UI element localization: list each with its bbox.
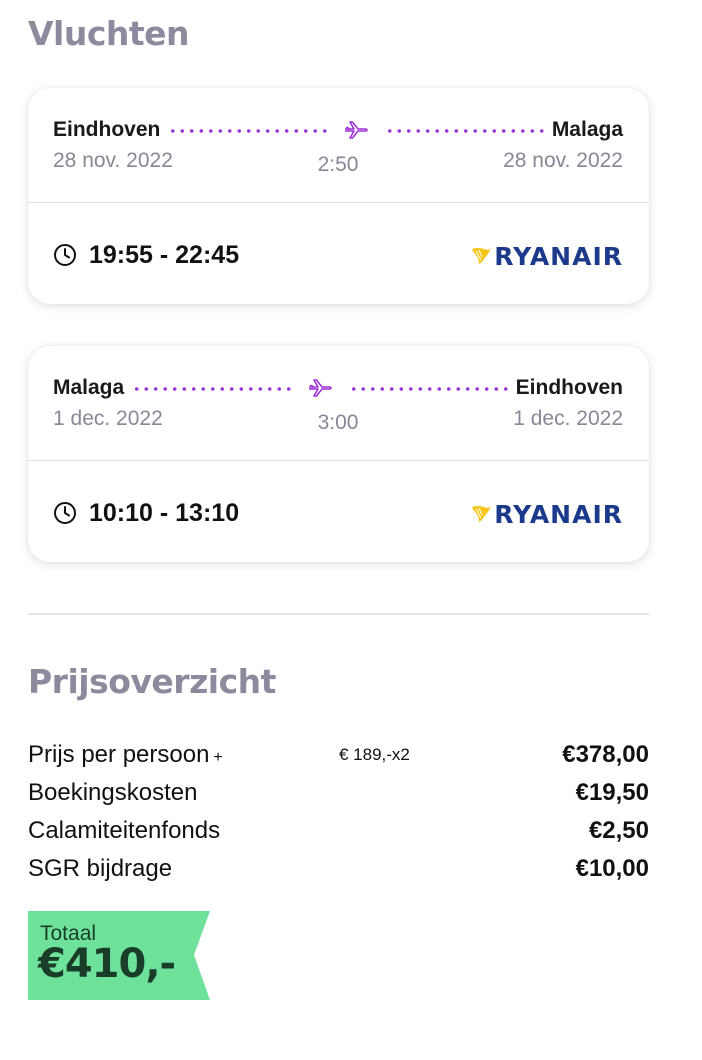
airline-logo: RYANAIR (470, 498, 623, 530)
airline-logo: RYANAIR (470, 240, 623, 272)
price-row-booking-fee: Boekingskosten €19,50 (28, 779, 649, 809)
clock-icon (54, 244, 76, 266)
flight-times: 10:10 - 13:10 (89, 498, 240, 527)
flight-times: 19:55 - 22:45 (89, 240, 240, 269)
section-divider (28, 613, 649, 615)
price-row-calamity-fund: Calamiteitenfonds €2,50 (28, 817, 649, 847)
total-value: €410,- (38, 941, 176, 987)
price-amount: €2,50 (588, 817, 649, 844)
flights-section-title: Vluchten (28, 14, 190, 53)
flight-card-return[interactable]: Malaga Eindhoven 1 dec. 2022 3:00 1 dec.… (28, 346, 649, 562)
route-row: Malaga Eindhoven (53, 376, 623, 400)
price-calculation: € 189,-x2 (339, 745, 410, 764)
origin-city: Eindhoven (53, 118, 161, 141)
airline-name: RYANAIR (494, 241, 623, 271)
origin-city: Malaga (53, 376, 125, 399)
departure-date: 28 nov. 2022 (53, 149, 173, 172)
card-divider (28, 460, 649, 461)
route-dotted-line (385, 128, 544, 134)
plane-icon (307, 376, 333, 400)
total-price-tag: Totaal €410,- (28, 911, 210, 1000)
clock-icon (54, 502, 76, 524)
date-row: 28 nov. 2022 2:50 28 nov. 2022 (53, 149, 623, 176)
price-label: Prijs per persoon + (28, 741, 223, 769)
airline-name: RYANAIR (494, 499, 623, 529)
price-row-sgr-contribution: SGR bijdrage €10,00 (28, 855, 649, 885)
time-row: 10:10 - 13:10 (53, 498, 239, 528)
ryanair-harp-icon (472, 506, 492, 522)
plane-icon (343, 118, 369, 142)
expand-plus-icon[interactable]: + (213, 749, 222, 766)
ryanair-harp-icon (472, 248, 492, 264)
price-overview-title: Prijsoverzicht (28, 662, 276, 701)
flight-duration: 2:50 (317, 153, 359, 176)
price-amount: €19,50 (575, 779, 649, 806)
destination-city: Malaga (551, 118, 624, 141)
route-dotted-line (168, 128, 328, 134)
route-row: Eindhoven Malaga (53, 118, 623, 142)
card-divider (28, 202, 649, 203)
arrival-date: 28 nov. 2022 (503, 149, 623, 172)
flight-card-outbound[interactable]: Eindhoven Malaga 28 nov. 2022 2:50 28 no… (28, 88, 649, 304)
departure-date: 1 dec. 2022 (53, 407, 163, 430)
date-row: 1 dec. 2022 3:00 1 dec. 2022 (53, 407, 623, 434)
price-label-text: Prijs per persoon (28, 741, 210, 768)
price-label: Boekingskosten (28, 779, 198, 806)
price-amount: €378,00 (562, 741, 649, 768)
price-label: SGR bijdrage (28, 855, 173, 882)
arrival-date: 1 dec. 2022 (513, 407, 623, 430)
price-amount: €10,00 (575, 855, 649, 882)
route-dotted-line (132, 386, 291, 392)
price-label: Calamiteitenfonds (28, 817, 221, 844)
price-row-per-person: Prijs per persoon + € 189,-x2 €378,00 (28, 741, 649, 771)
time-row: 19:55 - 22:45 (53, 240, 239, 270)
route-dotted-line (348, 386, 508, 392)
destination-city: Eindhoven (515, 376, 624, 399)
flight-duration: 3:00 (317, 411, 359, 434)
